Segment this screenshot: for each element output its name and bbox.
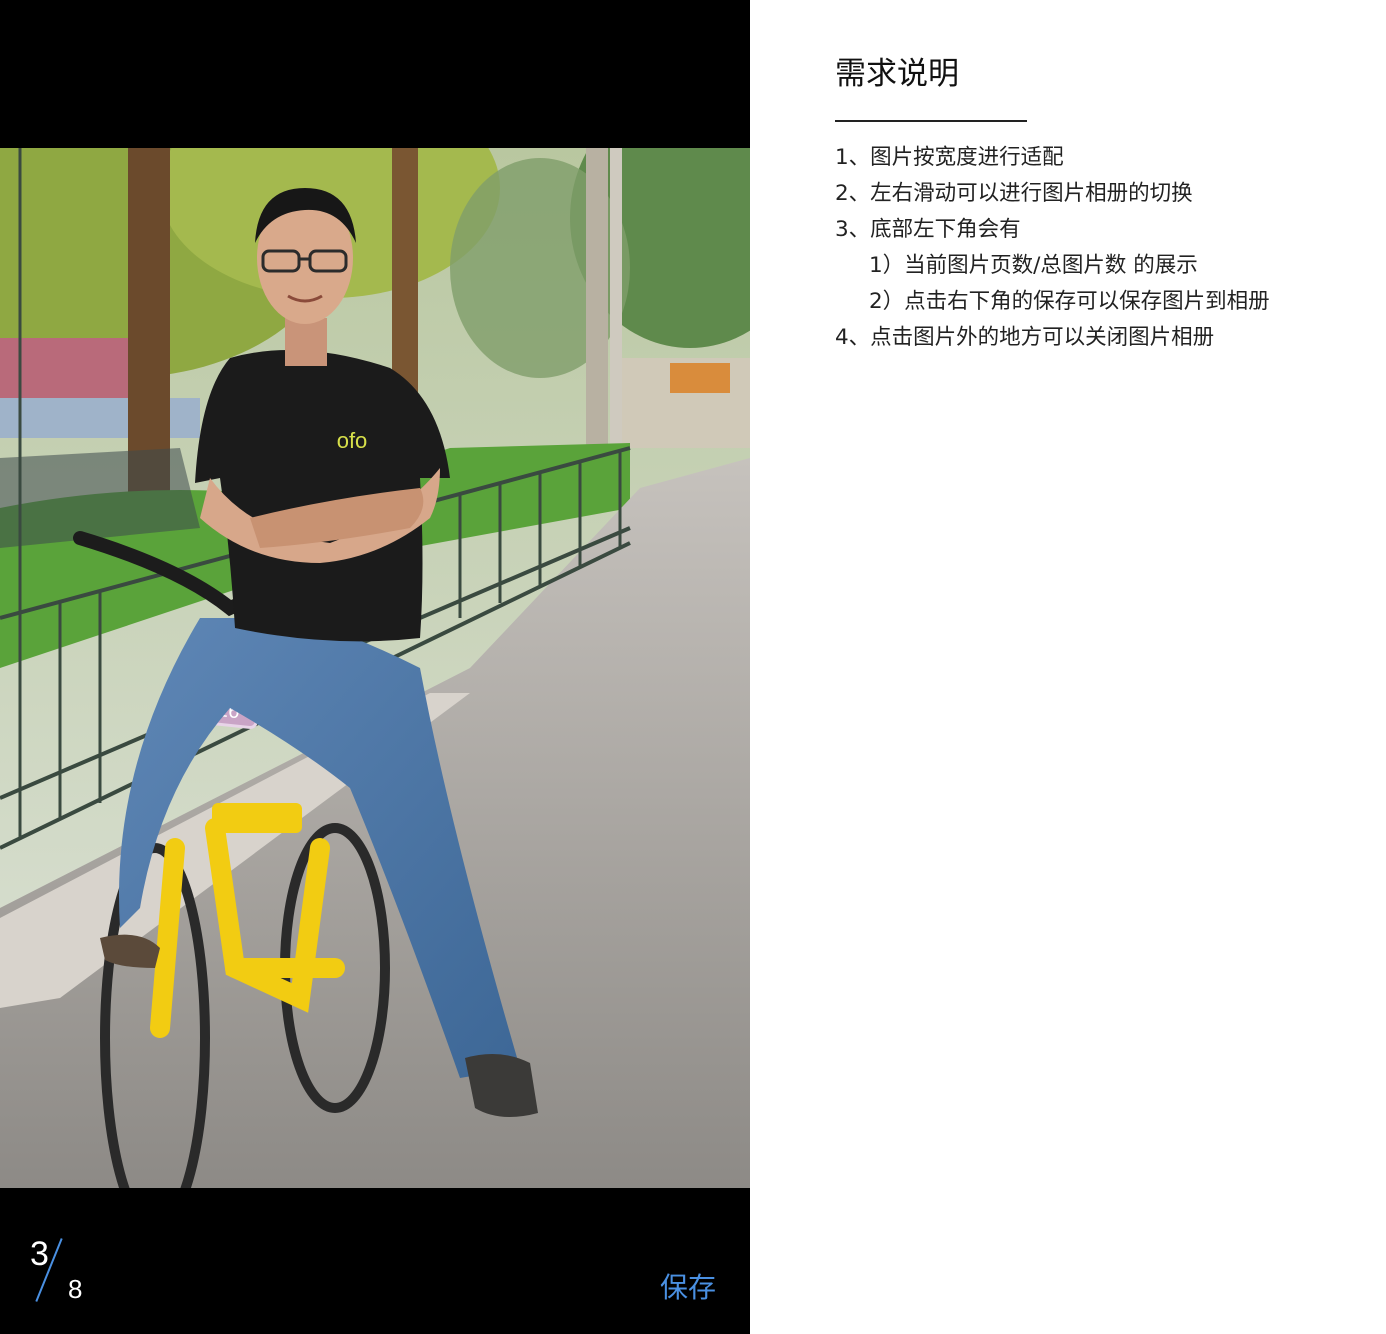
shirt-logo: ofo	[337, 428, 368, 453]
gallery-photo[interactable]: 2016 ofo	[0, 148, 750, 1188]
notes-title: 需求说明	[835, 56, 959, 92]
page-current: 3	[30, 1235, 49, 1273]
photo-illustration: 2016 ofo	[0, 148, 750, 1188]
page-indicator: 3 8	[28, 1234, 108, 1304]
title-underline	[835, 120, 1027, 122]
note-subitem: 2）点击右下角的保存可以保存图片到相册	[869, 289, 1270, 314]
page-total: 8	[68, 1274, 83, 1304]
note-subitem: 1）当前图片页数/总图片数 的展示	[869, 253, 1198, 278]
note-item: 4、点击图片外的地方可以关闭图片相册	[835, 325, 1215, 350]
note-item: 3、底部左下角会有	[835, 217, 1021, 242]
save-button[interactable]: 保存	[660, 1270, 716, 1306]
note-item: 1、图片按宽度进行适配	[835, 145, 1064, 170]
requirements-panel: 需求说明 1、图片按宽度进行适配 2、左右滑动可以进行图片相册的切换 3、底部左…	[835, 52, 1355, 356]
image-viewer[interactable]: 2016 ofo 3	[0, 0, 750, 1334]
note-item: 2、左右滑动可以进行图片相册的切换	[835, 181, 1193, 206]
